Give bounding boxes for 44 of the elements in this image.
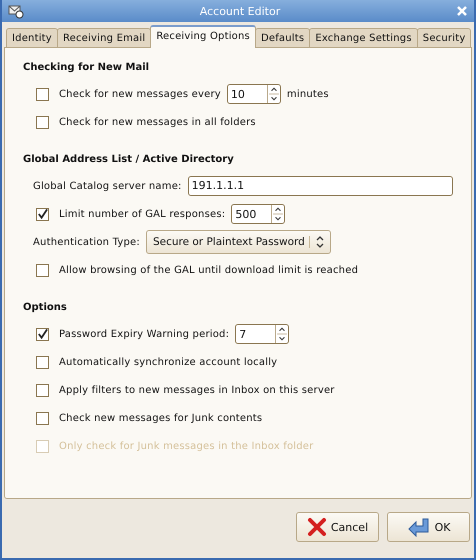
ok-button[interactable]: OK: [387, 512, 470, 542]
tab[interactable]: Receiving Email: [56, 28, 152, 47]
section-heading: Global Address List / Active Directory: [23, 154, 235, 165]
checkbox[interactable]: [36, 264, 49, 276]
spin-field[interactable]: 7: [235, 324, 290, 344]
envelope-clock-icon: [8, 3, 24, 19]
checkbox[interactable]: [36, 328, 49, 340]
checkbox[interactable]: [36, 116, 49, 128]
cross-icon: [306, 517, 327, 537]
checkbox[interactable]: [36, 412, 49, 424]
checkbox[interactable]: [36, 384, 49, 396]
section-heading: Options: [23, 302, 68, 313]
tab[interactable]: Defaults: [254, 28, 310, 47]
checkbox-label[interactable]: Password Expiry Warning period:: [59, 328, 230, 340]
close-icon[interactable]: [456, 5, 468, 17]
field-label: Global Catalog server name:: [33, 180, 182, 192]
field-label: Authentication Type:: [33, 236, 140, 248]
checkbox-label[interactable]: Apply filters to new messages in Inbox on this server: [59, 384, 335, 396]
server-name-field[interactable]: 191.1.1.1: [188, 176, 453, 196]
spin-arrows-icon[interactable]: [275, 325, 288, 343]
checkbox[interactable]: [36, 208, 49, 220]
spin-field[interactable]: 10: [226, 84, 281, 104]
section-heading: Checking for New Mail: [23, 62, 150, 73]
return-arrow-icon: [406, 517, 431, 537]
spin-arrows-icon[interactable]: [266, 85, 280, 103]
tab[interactable]: Receiving Options: [150, 25, 256, 48]
unit-label: minutes: [286, 88, 329, 100]
spin-field[interactable]: 500: [231, 204, 286, 224]
tab[interactable]: Security: [416, 28, 472, 47]
spin-arrows-icon[interactable]: [271, 205, 284, 223]
tab[interactable]: Exchange Settings: [309, 28, 418, 47]
checkbox-label[interactable]: Automatically synchronize account locally: [59, 356, 278, 368]
window-title: Account Editor: [198, 4, 282, 18]
dropdown[interactable]: Secure or Plaintext Password: [146, 230, 331, 254]
tab[interactable]: Identity: [6, 28, 58, 47]
checkbox-label[interactable]: Check for new messages every: [59, 88, 221, 100]
checkbox-label[interactable]: Limit number of GAL responses:: [59, 208, 226, 220]
checkbox[interactable]: [36, 356, 49, 368]
checkbox-label[interactable]: Check for new messages in all folders: [59, 116, 256, 128]
checkbox-label[interactable]: Check new messages for Junk contents: [59, 412, 262, 424]
cancel-button[interactable]: Cancel: [296, 512, 379, 542]
checkbox-label[interactable]: Allow browsing of the GAL until download limit is reached: [59, 264, 358, 276]
checkbox[interactable]: [36, 88, 49, 100]
up-down-caret-icon: [314, 235, 325, 249]
